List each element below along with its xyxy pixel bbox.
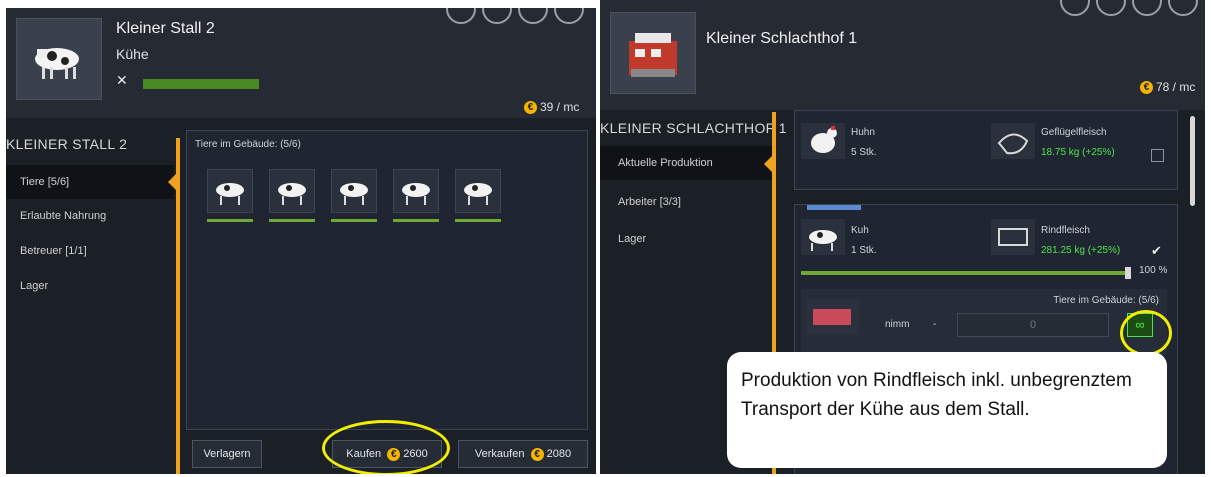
output-name: Geflügelfleisch xyxy=(1041,127,1107,138)
coin-icon: € xyxy=(530,447,544,461)
stall-income: €39 / mc xyxy=(524,100,579,115)
input-quantity: 5 Stk. xyxy=(851,147,877,158)
nav-betreuer[interactable]: Betreuer [1/1] xyxy=(20,245,87,257)
input-quantity: 1 Stk. xyxy=(851,245,877,256)
progress-indicator xyxy=(807,205,861,210)
slaughterhouse-income: €78 / mc xyxy=(1140,80,1195,95)
output-name: Rindfleisch xyxy=(1041,225,1090,236)
animals-box: Tiere im Gebäude: (5/6) xyxy=(186,130,588,430)
slaughterhouse-icon xyxy=(629,33,677,77)
slaughterhouse-header: Kleiner Schlachthof 1 €78 / mc xyxy=(600,0,1205,110)
animal-slot[interactable] xyxy=(269,169,315,213)
transport-label: Tiere im Gebäude: (5/6) xyxy=(1053,295,1159,306)
stall-sidebar-title: KLEINER STALL 2 xyxy=(6,136,128,152)
coin-icon: € xyxy=(1140,81,1153,95)
stall-title: Kleiner Stall 2 xyxy=(116,20,215,37)
animal-health-line xyxy=(269,219,315,222)
cow-icon xyxy=(801,219,845,255)
animals-count-label: Tiere im Gebäude: (5/6) xyxy=(195,139,301,150)
production-checkbox[interactable] xyxy=(1151,149,1164,162)
nav-lager[interactable]: Lager xyxy=(618,233,646,245)
animal-slot[interactable] xyxy=(331,169,377,213)
slider-percent: 100 % xyxy=(1139,265,1168,276)
beef-crate-icon xyxy=(807,299,859,335)
animal-health-line xyxy=(207,219,253,222)
transport-row: Tiere im Gebäude: (5/6) nimm - 0 ∞ xyxy=(801,289,1167,355)
stall-header: Kleiner Stall 2 Kühe ✕ €39 / mc xyxy=(6,8,596,118)
nav-erlaubte-nahrung[interactable]: Erlaubte Nahrung xyxy=(20,210,106,222)
nav-aktuelle-produktion[interactable]: Aktuelle Produktion xyxy=(600,146,772,180)
slaughterhouse-sidebar-title: KLEINER SCHLACHTHOF 1 xyxy=(600,120,787,136)
annotation-callout: Produktion von Rindfleisch inkl. unbegre… xyxy=(727,352,1167,468)
input-name: Kuh xyxy=(851,225,869,236)
slaughterhouse-thumbnail xyxy=(610,12,696,94)
slaughterhouse-title: Kleiner Schlachthof 1 xyxy=(706,30,858,47)
active-nav-pointer xyxy=(764,156,772,172)
nav-arbeiter[interactable]: Arbeiter [3/3] xyxy=(618,196,681,208)
infinite-highlight-ring xyxy=(1120,310,1172,356)
poultry-meat-icon xyxy=(991,123,1035,159)
coin-icon: € xyxy=(524,101,537,115)
cow-icon xyxy=(340,183,368,205)
nav-tiere[interactable]: Tiere [5/6] xyxy=(6,165,174,199)
cow-icon xyxy=(35,48,79,79)
animal-slot[interactable] xyxy=(455,169,501,213)
header-control-circles[interactable] xyxy=(446,8,590,29)
input-name: Huhn xyxy=(851,127,875,138)
production-slider[interactable] xyxy=(801,267,1131,279)
header-control-circles[interactable] xyxy=(1060,0,1204,21)
production-checkbox-checked[interactable]: ✔ xyxy=(1151,243,1162,259)
take-label: nimm xyxy=(885,319,910,330)
active-nav-pointer xyxy=(168,174,176,190)
sidebar-accent-line xyxy=(176,138,180,474)
stall-panel: Kleiner Stall 2 Kühe ✕ €39 / mc KLEINER … xyxy=(6,8,596,474)
cow-icon xyxy=(216,183,244,205)
minus-button[interactable]: - xyxy=(933,319,936,330)
health-bar xyxy=(143,79,259,89)
animal-health-line xyxy=(393,219,439,222)
production-chicken[interactable]: Huhn 5 Stk. Geflügelfleisch 18.75 kg (+2… xyxy=(794,110,1178,190)
scrollbar[interactable] xyxy=(1190,116,1195,206)
animal-slot[interactable] xyxy=(207,169,253,213)
cow-icon xyxy=(464,183,492,205)
relocate-button[interactable]: Verlagern xyxy=(192,440,262,468)
transport-amount-input[interactable]: 0 xyxy=(957,313,1109,337)
chicken-icon xyxy=(801,123,845,159)
cow-icon xyxy=(402,183,430,205)
cow-icon xyxy=(278,183,306,205)
animal-slot[interactable] xyxy=(393,169,439,213)
buy-highlight-ring xyxy=(322,420,450,474)
sell-button[interactable]: Verkaufen €2080 xyxy=(458,440,588,468)
tools-icon: ✕ xyxy=(116,72,128,88)
output-amount: 281.25 kg (+25%) xyxy=(1041,245,1121,256)
stall-animal-type: Kühe xyxy=(116,46,149,62)
beef-icon xyxy=(991,219,1035,255)
cow-thumbnail xyxy=(16,18,102,100)
output-amount: 18.75 kg (+25%) xyxy=(1041,147,1115,158)
nav-lager[interactable]: Lager xyxy=(20,280,48,292)
animal-health-line xyxy=(331,219,377,222)
animal-health-line xyxy=(455,219,501,222)
